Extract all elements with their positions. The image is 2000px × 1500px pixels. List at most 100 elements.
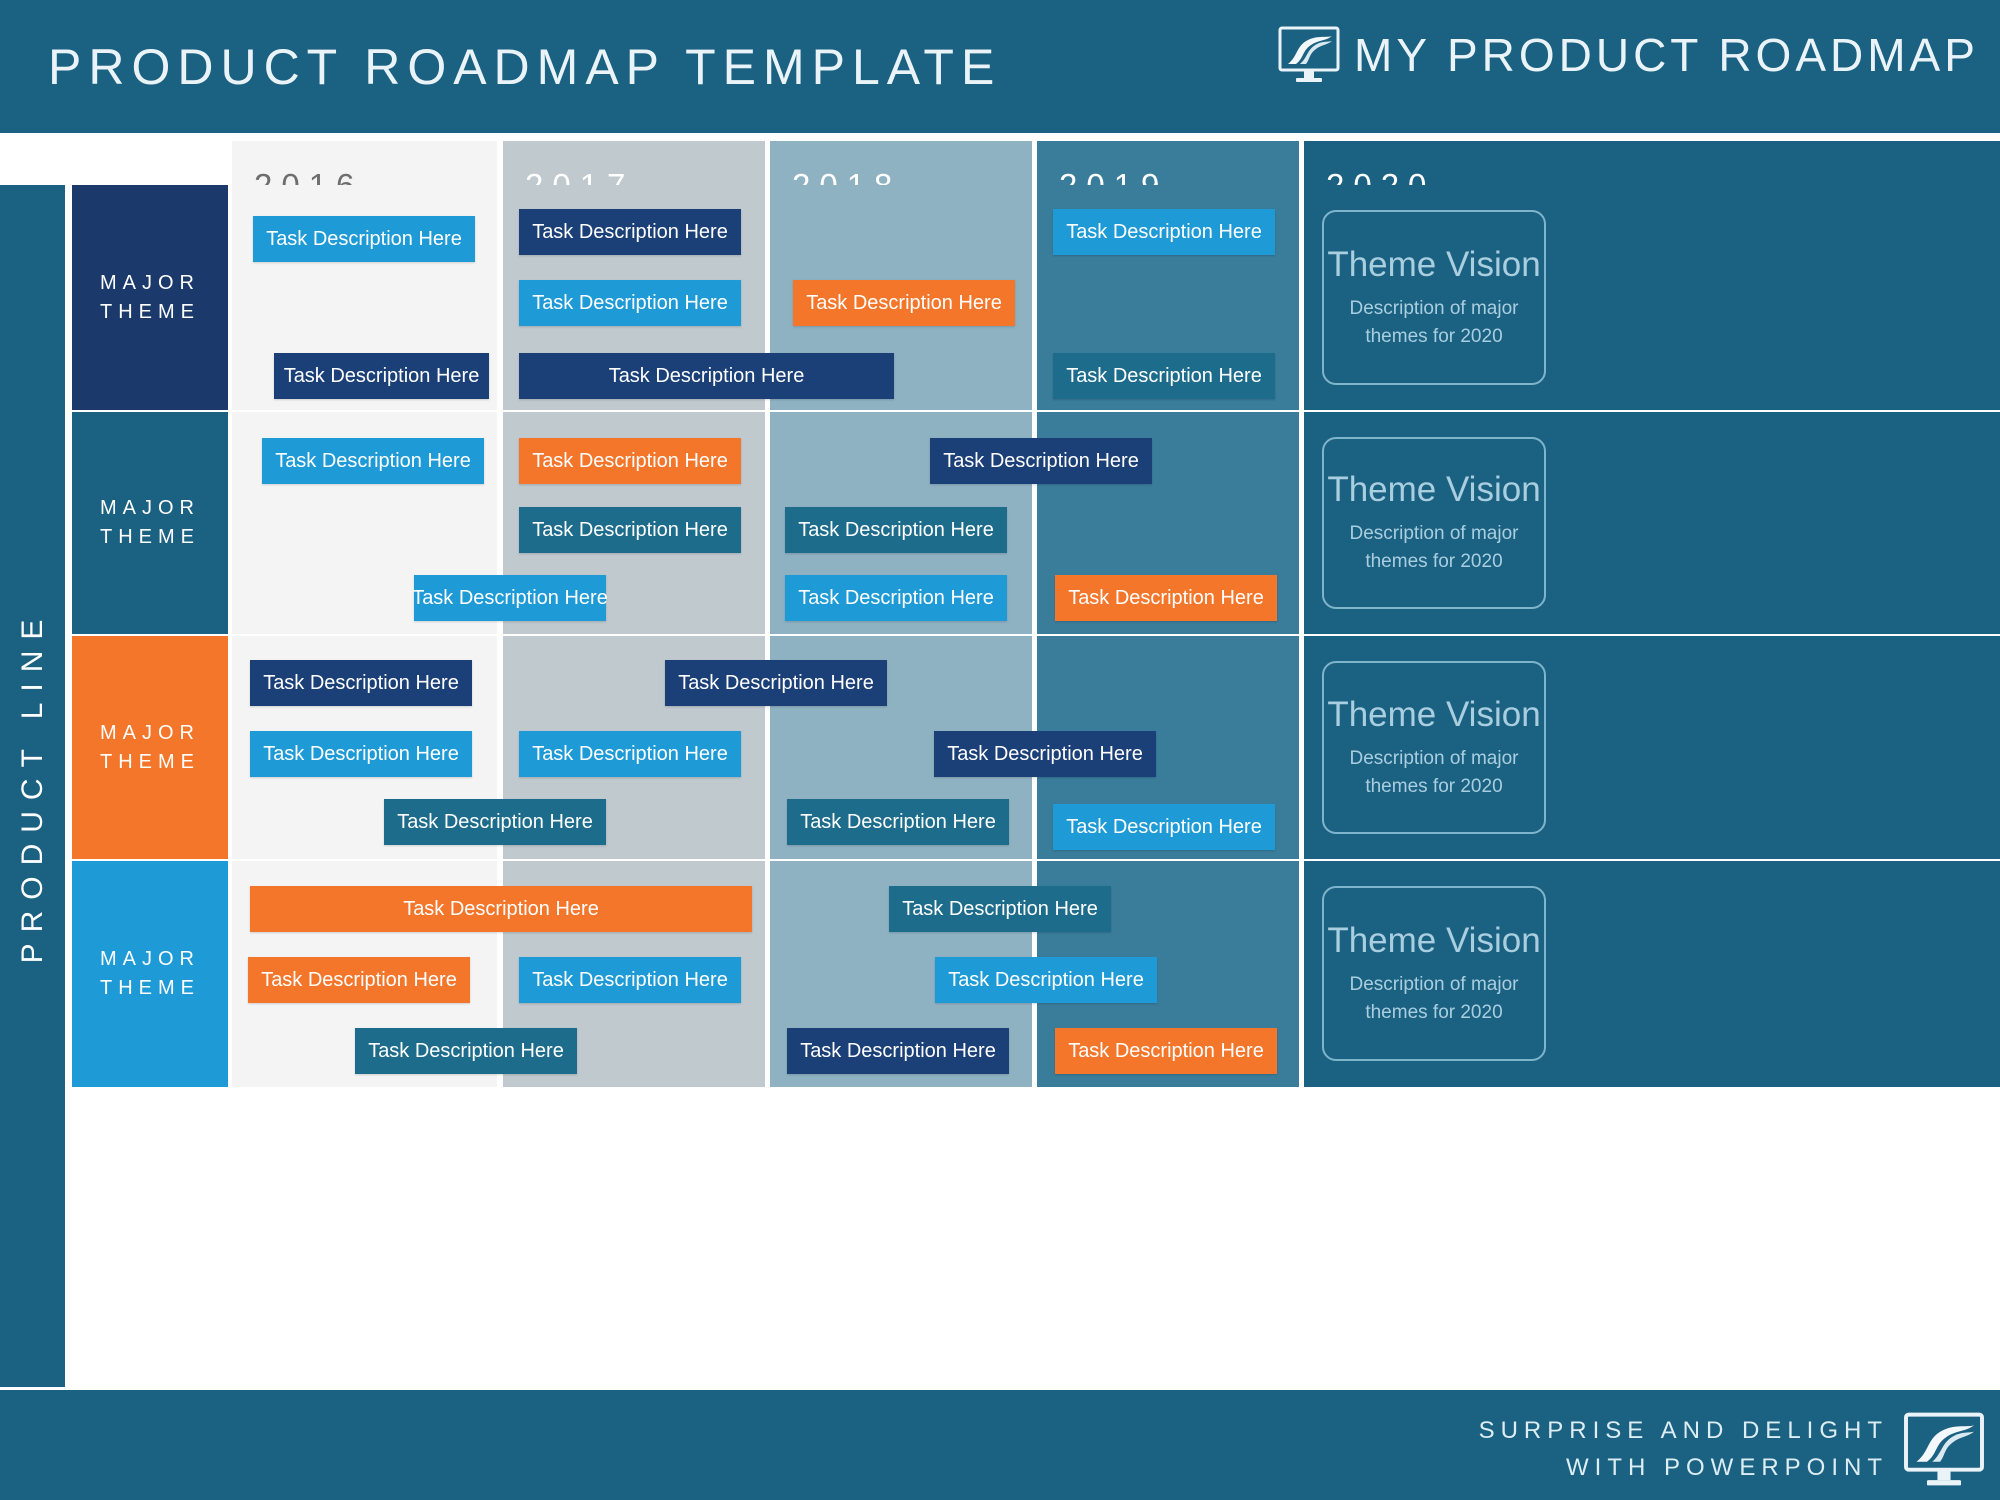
theme-vision-desc-line1: Description of major <box>1349 523 1519 545</box>
task-bar-label: Task Description Here <box>798 586 994 609</box>
task-bar[interactable]: Task Description Here <box>355 1028 577 1074</box>
major-theme-label-line2: THEME <box>100 300 200 323</box>
task-bar-label: Task Description Here <box>902 897 1098 920</box>
task-bar-label: Task Description Here <box>1066 815 1262 838</box>
task-bar-label: Task Description Here <box>532 449 728 472</box>
task-bar[interactable]: Task Description Here <box>785 575 1007 621</box>
task-bar[interactable]: Task Description Here <box>785 507 1007 553</box>
major-theme-block[interactable]: MAJOR THEME <box>72 412 228 634</box>
task-bar[interactable]: Task Description Here <box>787 1028 1009 1074</box>
theme-vision-title: Theme Vision <box>1327 694 1541 734</box>
task-bar[interactable]: Task Description Here <box>248 957 470 1003</box>
task-bar[interactable]: Task Description Here <box>519 353 894 399</box>
task-bar[interactable]: Task Description Here <box>250 660 472 706</box>
task-bar[interactable]: Task Description Here <box>934 731 1156 777</box>
task-bar-label: Task Description Here <box>800 1039 996 1062</box>
task-bar-label: Task Description Here <box>806 291 1002 314</box>
major-theme-label-line1: MAJOR <box>100 948 200 970</box>
task-bar[interactable]: Task Description Here <box>519 438 741 484</box>
task-bar[interactable]: Task Description Here <box>250 731 472 777</box>
theme-vision-box[interactable]: Theme Vision Description of major themes f… <box>1322 437 1546 609</box>
task-bar[interactable]: Task Description Here <box>793 280 1015 326</box>
task-bar[interactable]: Task Description Here <box>1055 1028 1277 1074</box>
task-bar[interactable]: Task Description Here <box>250 886 752 932</box>
monitor-road-logo-icon <box>1278 26 1340 84</box>
task-bar[interactable]: Task Description Here <box>930 438 1152 484</box>
task-bar-label: Task Description Here <box>532 518 728 541</box>
task-bar-label: Task Description Here <box>1068 586 1264 609</box>
header-bar: PRODUCT ROADMAP TEMPLATE MY PRODUCT ROAD… <box>0 0 2000 133</box>
task-bar-label: Task Description Here <box>1066 364 1262 387</box>
task-bar-label: Task Description Here <box>947 742 1143 765</box>
major-theme-label-line2: THEME <box>100 750 200 773</box>
task-bar[interactable]: Task Description Here <box>889 886 1111 932</box>
task-bar-label: Task Description Here <box>532 220 728 243</box>
task-bar-label: Task Description Here <box>283 364 480 387</box>
brand-group: MY PRODUCT ROADMAP <box>1278 26 1979 84</box>
task-bar[interactable]: Task Description Here <box>1055 575 1277 621</box>
roadmap-grid: MAJOR THEME Task Description Here Task Desc… <box>0 185 2000 1387</box>
major-theme-label-line1: MAJOR <box>100 271 200 294</box>
task-bar[interactable]: Task Description Here <box>519 507 741 553</box>
theme-vision-title: Theme Vision <box>1327 920 1541 960</box>
task-bar-label: Task Description Here <box>798 518 994 541</box>
task-bar[interactable]: Task Description Here <box>519 957 741 1003</box>
task-bar-label: Task Description Here <box>1068 1039 1264 1062</box>
task-bar[interactable]: Task Description Here <box>1053 209 1275 255</box>
task-bar-label: Task Description Here <box>532 742 728 765</box>
major-theme-label-line2: THEME <box>100 526 200 548</box>
major-theme-block[interactable]: MAJOR THEME <box>72 636 228 859</box>
major-theme-block[interactable]: MAJOR THEME <box>72 861 228 1087</box>
theme-vision-box[interactable]: Theme Vision Description of major themes f… <box>1322 210 1546 385</box>
theme-vision-title: Theme Vision <box>1327 244 1541 284</box>
roadmap-slide: PRODUCT ROADMAP TEMPLATE MY PRODUCT ROAD… <box>0 0 2000 1500</box>
task-bar-label: Task Description Here <box>275 449 471 472</box>
task-bar[interactable]: Task Description Here <box>274 353 489 399</box>
theme-vision-title: Theme Vision <box>1327 470 1541 510</box>
task-bar[interactable]: Task Description Here <box>935 957 1157 1003</box>
task-bar-label: Task Description Here <box>678 671 874 694</box>
task-bar[interactable]: Task Description Here <box>384 799 606 845</box>
theme-vision-description: Description of major themes for 2020 <box>1350 295 1519 350</box>
task-bar[interactable]: Task Description Here <box>1053 804 1275 850</box>
task-bar[interactable]: Task Description Here <box>519 280 741 326</box>
theme-vision-description: Description of major themes for 2020 <box>1350 520 1519 575</box>
task-bar-label: Task Description Here <box>532 968 728 991</box>
brand-title: MY PRODUCT ROADMAP <box>1354 29 1979 81</box>
theme-vision-box[interactable]: Theme Vision Description of major themes f… <box>1322 661 1546 834</box>
major-theme-block[interactable]: MAJOR THEME <box>72 185 228 410</box>
theme-vision-desc-line1: Description of major <box>1349 973 1519 995</box>
task-bar[interactable]: Task Description Here <box>412 575 608 621</box>
task-bar-label: Task Description Here <box>261 968 457 991</box>
task-bar[interactable]: Task Description Here <box>1053 353 1275 399</box>
theme-vision-box[interactable]: Theme Vision Description of major themes f… <box>1322 886 1546 1061</box>
task-bar[interactable]: Task Description Here <box>519 731 741 777</box>
footer-tagline-line2: WITH POWERPOINT <box>1566 1454 1888 1482</box>
footer-bar: SURPRISE AND DELIGHT WITH POWERPOINT <box>0 1390 2000 1500</box>
task-bar-label: Task Description Here <box>532 291 728 314</box>
task-bar-label: Task Description Here <box>263 671 459 694</box>
footer-tagline: SURPRISE AND DELIGHT WITH POWERPOINT <box>1479 1412 1888 1486</box>
task-bar-label: Task Description Here <box>800 810 996 833</box>
task-bar[interactable]: Task Description Here <box>262 438 484 484</box>
theme-vision-desc-line2: themes for 2020 <box>1365 551 1503 572</box>
task-bar[interactable]: Task Description Here <box>787 799 1009 845</box>
roadmap-row: MAJOR THEME Task Description Here Task Desc… <box>0 861 2000 1087</box>
roadmap-row: MAJOR THEME Task Description Here Task Desc… <box>0 185 2000 410</box>
task-bar-label: Task Description Here <box>1066 220 1262 243</box>
task-bar-label: Task Description Here <box>412 586 608 609</box>
theme-vision-desc-line2: themes for 2020 <box>1365 1001 1503 1023</box>
theme-vision-desc-line2: themes for 2020 <box>1365 775 1503 797</box>
major-theme-label-line2: THEME <box>100 977 200 999</box>
theme-vision-description: Description of major themes for 2020 <box>1350 745 1519 800</box>
footer-tagline-line1: SURPRISE AND DELIGHT <box>1478 1417 1888 1444</box>
theme-vision-description: Description of major themes for 2020 <box>1350 971 1519 1026</box>
task-bar[interactable]: Task Description Here <box>665 660 887 706</box>
task-bar-label: Task Description Here <box>368 1039 564 1062</box>
roadmap-row: MAJOR THEME Task Description Here Task Desc… <box>0 412 2000 634</box>
task-bar[interactable]: Task Description Here <box>253 216 475 262</box>
theme-vision-desc-line1: Description of major <box>1349 297 1519 319</box>
monitor-road-logo-icon <box>1902 1412 1986 1488</box>
task-bar[interactable]: Task Description Here <box>519 209 741 255</box>
theme-vision-desc-line1: Description of major <box>1349 747 1519 769</box>
